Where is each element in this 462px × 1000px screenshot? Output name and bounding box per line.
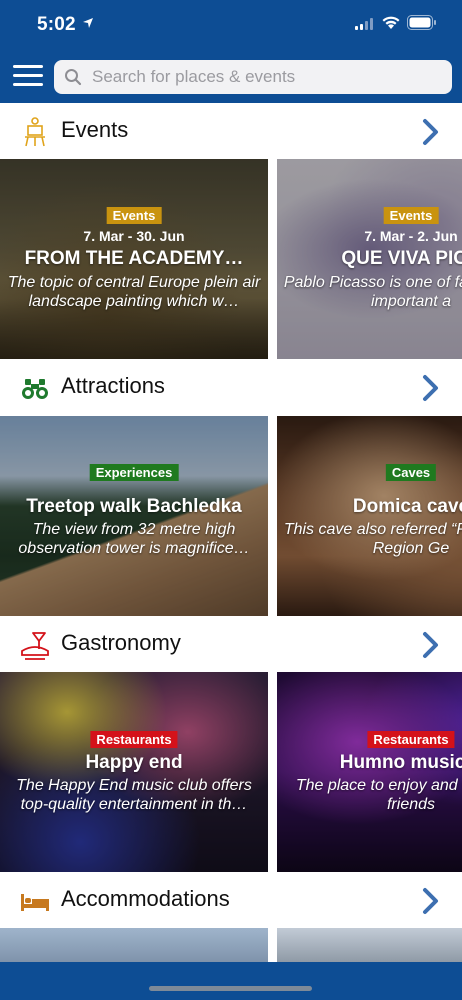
- card-description: The Happy End music club offers top-qual…: [16, 777, 252, 813]
- section-title: Gastronomy: [61, 630, 181, 655]
- home-indicator[interactable]: [149, 986, 312, 991]
- events-carousel[interactable]: Events 7. Mar - 30. Jun FROM THE ACADEMY…: [0, 159, 462, 359]
- section-header-gastronomy[interactable]: Gastronomy: [0, 616, 462, 673]
- accommodation-card[interactable]: [277, 928, 462, 962]
- category-badge: Events: [383, 207, 439, 224]
- status-time: 5:02: [37, 14, 76, 35]
- gastronomy-carousel[interactable]: Restaurants Happy end The Happy End musi…: [0, 672, 462, 872]
- card-title: Domica cave: [352, 496, 462, 517]
- card-description: Pablo Picasso is one of famous and impor…: [283, 274, 462, 310]
- card-title: QUE VIVA PICA: [341, 248, 462, 269]
- accommodation-card[interactable]: [0, 928, 268, 962]
- card-title: Happy end: [85, 752, 183, 773]
- card-title: FROM THE ACADEMY…: [24, 248, 244, 269]
- menu-line-icon: [13, 74, 43, 77]
- card-description: The view from 32 metre high observation …: [18, 521, 250, 557]
- section-title: Accommodations: [61, 886, 230, 911]
- chevron-right-icon[interactable]: [420, 118, 440, 146]
- category-badge: Caves: [385, 464, 437, 481]
- battery-icon: [407, 15, 436, 30]
- category-badge: Events: [106, 207, 162, 224]
- section-title: Events: [61, 117, 129, 142]
- card-description: The topic of central Europe plein air la…: [7, 274, 261, 310]
- search-icon: [65, 69, 82, 86]
- location-arrow-icon: [83, 18, 93, 28]
- section-header-events[interactable]: Events: [0, 103, 462, 160]
- section-header-attractions[interactable]: Attractions: [0, 359, 462, 416]
- wifi-icon: [382, 16, 400, 29]
- section-header-accommodations[interactable]: Accommodations: [0, 872, 462, 929]
- card-image: [277, 928, 462, 962]
- card-image: [0, 928, 268, 962]
- chevron-right-icon[interactable]: [420, 631, 440, 659]
- hamburger-menu-button[interactable]: [13, 63, 43, 89]
- chevron-right-icon[interactable]: [420, 887, 440, 915]
- top-header: [0, 50, 462, 103]
- event-dates: 7. Mar - 2. Jun: [364, 228, 458, 244]
- menu-line-icon: [13, 65, 43, 68]
- card-description: The place to enjoy and with your friends: [295, 777, 462, 813]
- attractions-carousel[interactable]: Experiences Treetop walk Bachledka The v…: [0, 416, 462, 616]
- card-description: This cave also referred “Pride of the Re…: [283, 521, 462, 557]
- binoculars-icon: [22, 379, 48, 399]
- section-title: Attractions: [61, 373, 165, 398]
- event-card[interactable]: Events 7. Mar - 30. Jun FROM THE ACADEMY…: [0, 159, 268, 359]
- category-badge: Experiences: [89, 464, 179, 481]
- painter-easel-icon: [25, 117, 45, 147]
- app-screen: 5:02 Search for places & events Events E…: [0, 0, 462, 1000]
- card-title: Treetop walk Bachledka: [26, 496, 242, 517]
- cellular-signal-icon: [355, 18, 373, 30]
- search-input[interactable]: [92, 60, 442, 94]
- search-bar[interactable]: [54, 60, 452, 94]
- attraction-card[interactable]: Caves Domica cave This cave also referre…: [277, 416, 462, 616]
- accommodations-carousel[interactable]: [0, 928, 462, 962]
- restaurant-card[interactable]: Restaurants Humno music p The place to e…: [277, 672, 462, 872]
- category-badge: Restaurants: [90, 731, 178, 748]
- card-title: Humno music p: [339, 752, 462, 773]
- bottom-bar: [0, 962, 462, 1000]
- event-dates: 7. Mar - 30. Jun: [83, 228, 185, 244]
- chevron-right-icon[interactable]: [420, 374, 440, 402]
- event-card[interactable]: Events 7. Mar - 2. Jun QUE VIVA PICA Pab…: [277, 159, 462, 359]
- menu-line-icon: [13, 83, 43, 86]
- dining-icon: [21, 632, 49, 660]
- category-badge: Restaurants: [367, 731, 455, 748]
- attraction-card[interactable]: Experiences Treetop walk Bachledka The v…: [0, 416, 268, 616]
- restaurant-card[interactable]: Restaurants Happy end The Happy End musi…: [0, 672, 268, 872]
- status-bar: 5:02: [0, 0, 462, 50]
- bed-icon: [21, 894, 49, 911]
